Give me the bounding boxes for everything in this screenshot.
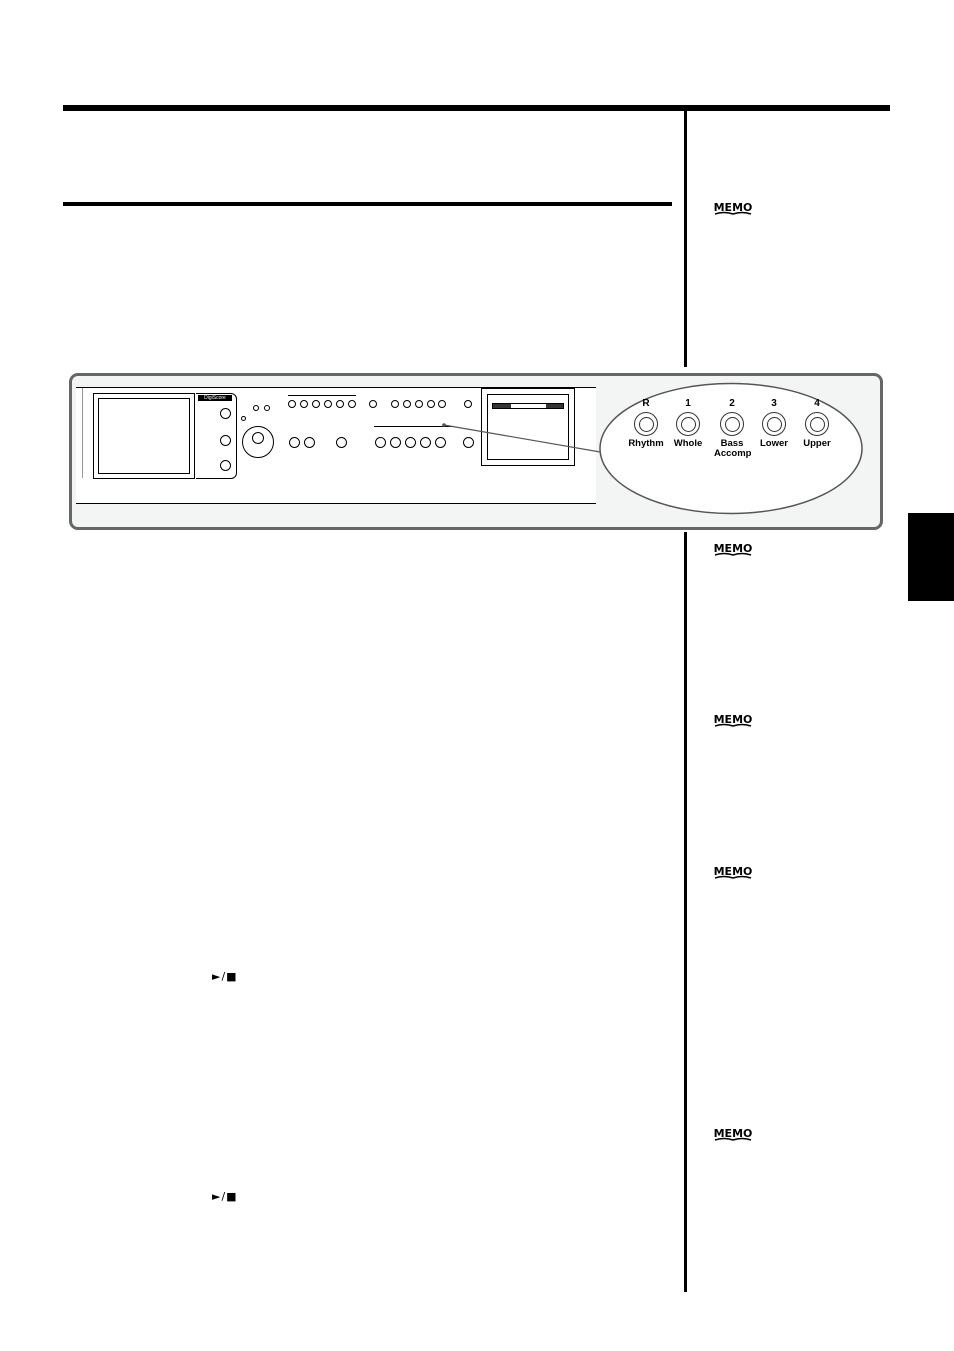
panel-button[interactable] xyxy=(289,437,300,448)
memo-icon: MEMO xyxy=(712,1125,754,1143)
record-playback-button[interactable] xyxy=(435,437,446,448)
svg-text:MEMO: MEMO xyxy=(714,865,753,878)
margin-divider xyxy=(684,111,687,367)
section-rule xyxy=(63,202,672,206)
digiscore-label: DigiScore xyxy=(198,395,232,401)
track-button[interactable] xyxy=(415,400,423,408)
channel-button[interactable] xyxy=(634,412,658,436)
memo-icon: MEMO xyxy=(712,199,754,217)
indicator xyxy=(241,416,246,421)
digiscore-button[interactable] xyxy=(220,460,231,471)
track-button[interactable] xyxy=(403,400,411,408)
record-playback-button[interactable] xyxy=(405,437,416,448)
record-playback-button[interactable] xyxy=(420,437,431,448)
lcd-display xyxy=(481,388,575,466)
digiscore-controls: DigiScore xyxy=(196,393,237,479)
digiscore-button[interactable] xyxy=(220,435,231,446)
panel-button[interactable] xyxy=(369,400,377,408)
track-button[interactable] xyxy=(438,400,446,408)
tone-button[interactable] xyxy=(348,400,356,408)
margin-divider xyxy=(684,532,687,1292)
memo-icon: MEMO xyxy=(712,540,754,558)
tone-button[interactable] xyxy=(288,400,296,408)
tone-button[interactable] xyxy=(300,400,308,408)
small-button[interactable] xyxy=(253,405,259,411)
panel-button[interactable] xyxy=(464,400,472,408)
music-rest-screen xyxy=(93,393,195,479)
tone-button[interactable] xyxy=(336,400,344,408)
play-stop-icon: ►/■ xyxy=(212,970,238,983)
record-playback-button[interactable] xyxy=(390,437,401,448)
channel-button[interactable] xyxy=(720,412,744,436)
tone-button[interactable] xyxy=(312,400,320,408)
header-rule xyxy=(63,105,890,111)
channel-button[interactable] xyxy=(762,412,786,436)
channel-button[interactable] xyxy=(676,412,700,436)
panel-button[interactable] xyxy=(336,437,347,448)
small-button[interactable] xyxy=(264,405,270,411)
memo-icon: MEMO xyxy=(712,863,754,881)
track-button[interactable] xyxy=(391,400,399,408)
track-button[interactable] xyxy=(427,400,435,408)
svg-text:MEMO: MEMO xyxy=(714,201,753,214)
panel-button[interactable] xyxy=(304,437,315,448)
svg-text:MEMO: MEMO xyxy=(714,1127,753,1140)
digiscore-button[interactable] xyxy=(220,408,231,419)
channel-button[interactable] xyxy=(805,412,829,436)
panel-edge xyxy=(76,388,83,478)
channel-upper[interactable]: 4 Upper xyxy=(787,398,847,449)
volume-dial[interactable] xyxy=(242,426,274,458)
memo-icon: MEMO xyxy=(712,711,754,729)
panel-button[interactable] xyxy=(463,437,474,448)
svg-text:MEMO: MEMO xyxy=(714,713,753,726)
svg-text:MEMO: MEMO xyxy=(714,542,753,555)
tone-button[interactable] xyxy=(324,400,332,408)
record-playback-button[interactable] xyxy=(375,437,386,448)
chapter-tab xyxy=(908,513,954,601)
play-stop-icon: ►/■ xyxy=(212,1190,238,1203)
